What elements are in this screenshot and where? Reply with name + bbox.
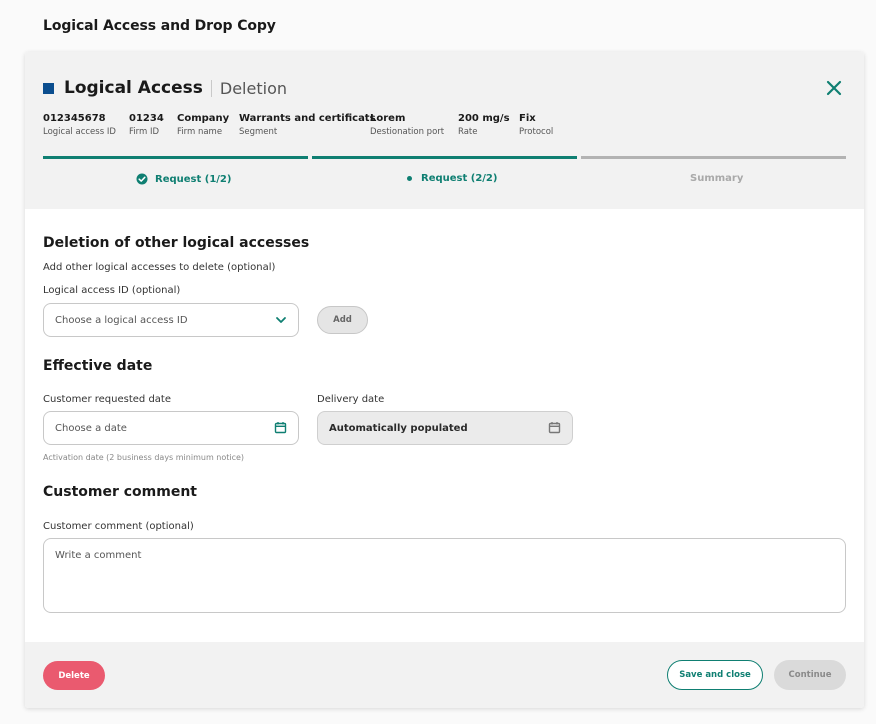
meta-value: 01234 (129, 113, 164, 124)
date-placeholder: Choose a date (55, 422, 127, 434)
logical-access-id-select[interactable]: Choose a logical access ID (43, 303, 299, 337)
continue-button[interactable]: Continue (774, 660, 846, 690)
meta-value: Lorem (370, 113, 406, 124)
step-label: Request (2/2) (421, 173, 498, 184)
step-label: Request (1/2) (155, 173, 232, 185)
meta-label: Firm ID (129, 127, 160, 137)
deletion-description: Add other logical accesses to delete (op… (43, 262, 276, 273)
meta-value: 200 mg/s (458, 113, 510, 124)
step-label: Summary (690, 173, 744, 184)
step-summary[interactable]: Summary (690, 173, 743, 184)
title-divider (210, 79, 212, 97)
meta-logical-access-id: 012345678 Logical access ID (43, 113, 116, 137)
dot-icon (407, 176, 412, 181)
step-request-1[interactable]: Request (1/2) (136, 173, 231, 185)
title-row: Logical Access Deletion (43, 78, 287, 98)
meta-protocol: Fix Protocol (519, 113, 553, 137)
card-subtitle: Deletion (219, 78, 287, 98)
add-button[interactable]: Add (317, 306, 368, 334)
customer-comment-title: Customer comment (43, 484, 197, 500)
meta-label: Firm name (177, 127, 223, 137)
chevron-down-icon (276, 317, 286, 323)
meta-label: Rate (458, 127, 478, 137)
step-request-2[interactable]: Request (2/2) (407, 173, 497, 184)
meta-label: Destionation port (370, 127, 445, 137)
meta-rate: 200 mg/s Rate (458, 113, 510, 137)
meta-value: Warrants and certificats (239, 113, 376, 124)
meta-segment: Warrants and certificats Segment (239, 113, 376, 137)
card-footer: Delete Save and close Continue (25, 642, 864, 708)
effective-date-title: Effective date (43, 358, 153, 374)
calendar-icon (548, 422, 561, 434)
meta-firm-name: Company Firm name (177, 113, 229, 137)
page-title: Logical Access and Drop Copy (43, 18, 276, 34)
comment-placeholder: Write a comment (55, 550, 142, 561)
delivery-date-field: Automatically populated (317, 411, 573, 445)
card-header: Logical Access Deletion 012345678 Logica… (25, 52, 864, 209)
delete-button[interactable]: Delete (43, 661, 105, 690)
logical-access-card: Logical Access Deletion 012345678 Logica… (25, 52, 864, 708)
delivery-date-value: Automatically populated (329, 422, 468, 434)
select-placeholder: Choose a logical access ID (55, 314, 188, 326)
logical-access-id-label: Logical access ID (optional) (43, 285, 181, 296)
close-icon[interactable] (825, 79, 843, 97)
meta-value: Fix (519, 113, 536, 124)
customer-requested-date-label: Customer requested date (43, 394, 171, 405)
customer-comment-textarea[interactable]: Write a comment (43, 538, 846, 613)
step-3-progress-bar (581, 156, 846, 159)
activation-date-hint: Activation date (2 business days minimum… (43, 453, 245, 462)
meta-label: Segment (239, 127, 278, 137)
meta-label: Protocol (519, 127, 554, 137)
step-2-progress-bar (312, 156, 577, 159)
meta-value: Company (177, 113, 230, 124)
customer-comment-label: Customer comment (optional) (43, 521, 194, 532)
card-title: Logical Access (64, 78, 203, 98)
customer-requested-date-field[interactable]: Choose a date (43, 411, 299, 445)
square-icon (43, 82, 54, 94)
calendar-icon[interactable] (274, 421, 287, 434)
meta-label: Logical access ID (43, 127, 116, 137)
meta-value: 012345678 (43, 113, 106, 124)
check-circle-icon (136, 173, 148, 185)
meta-destination-port: Lorem Destionation port (370, 113, 444, 137)
deletion-section-title: Deletion of other logical accesses (43, 235, 310, 251)
meta-firm-id: 01234 Firm ID (129, 113, 164, 137)
save-and-close-button[interactable]: Save and close (667, 660, 763, 690)
step-1-progress-bar (43, 156, 308, 159)
delivery-date-label: Delivery date (317, 394, 385, 405)
